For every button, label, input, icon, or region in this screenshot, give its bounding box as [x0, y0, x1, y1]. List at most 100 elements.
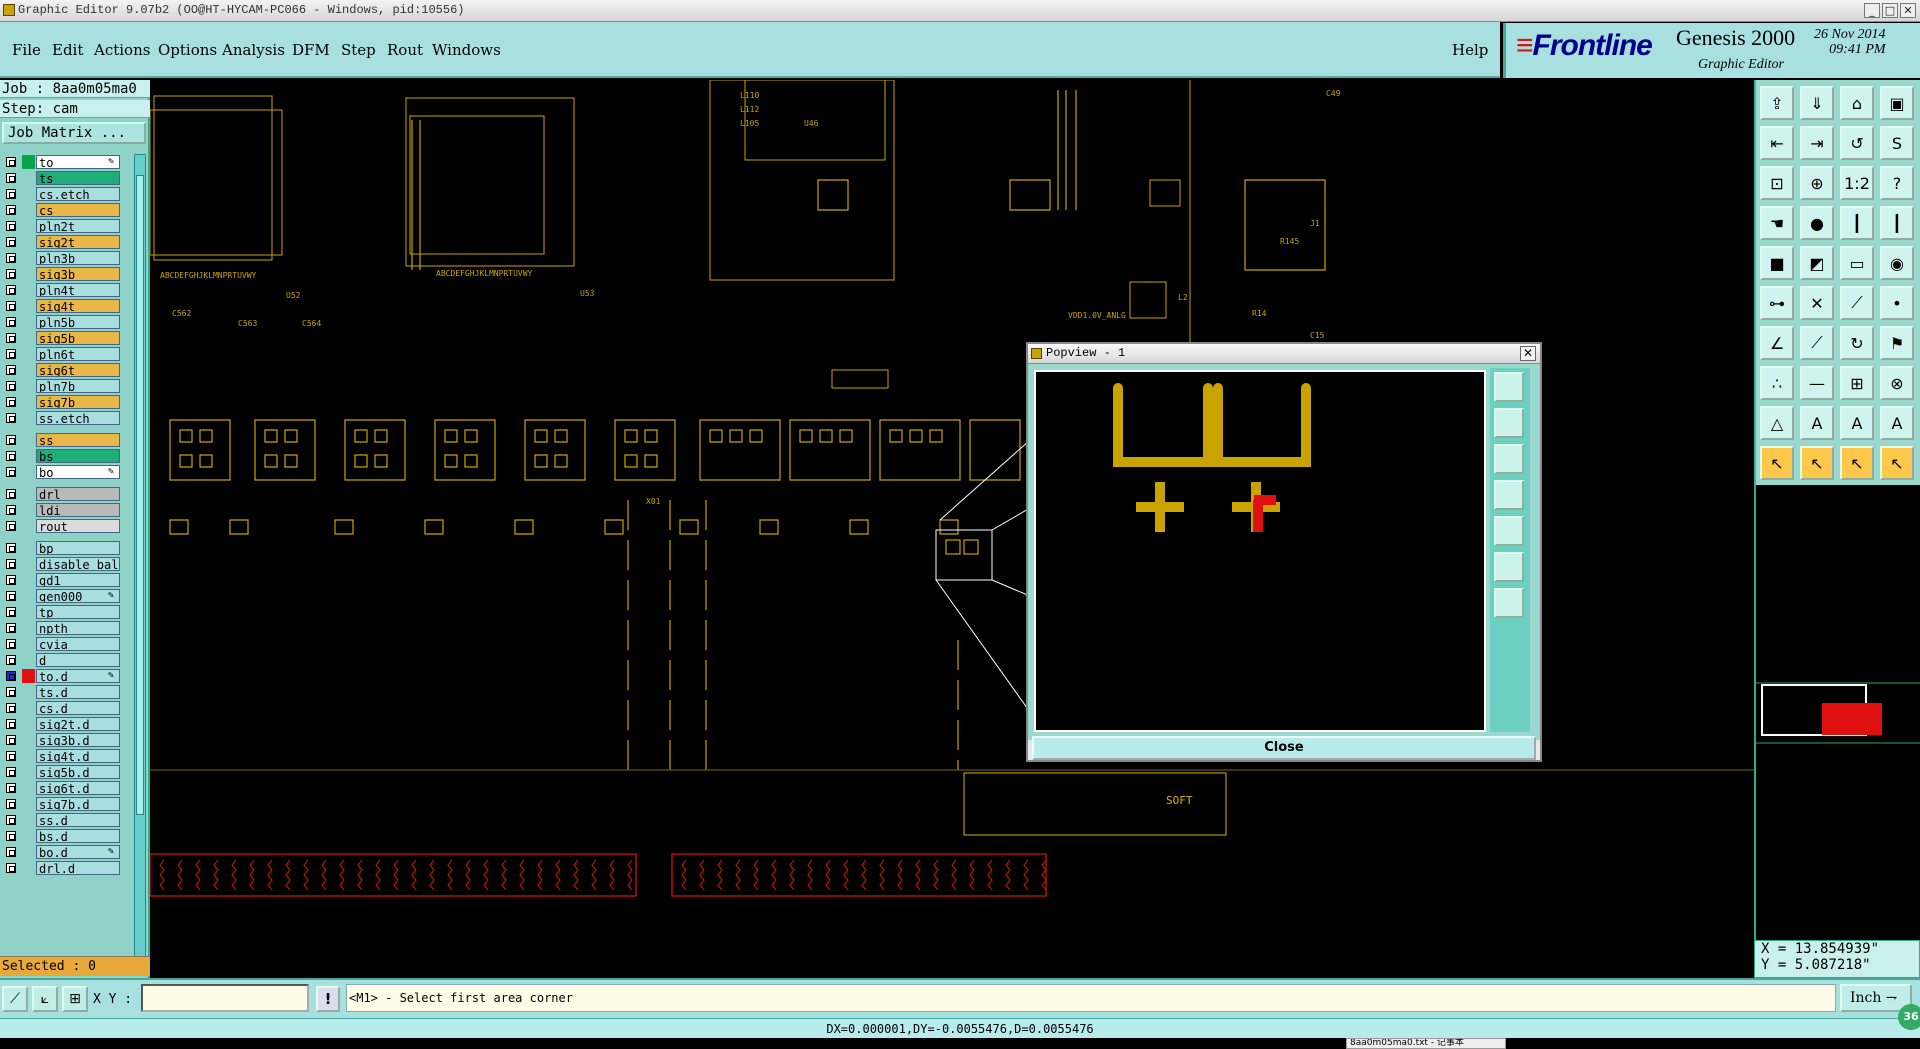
layer-color-swatch[interactable] — [22, 331, 35, 345]
layer-color-swatch[interactable] — [22, 433, 35, 447]
job-matrix-button[interactable]: Job Matrix ... — [2, 122, 146, 144]
layer-row[interactable]: sig4t — [2, 298, 120, 314]
layer-color-swatch[interactable] — [22, 749, 35, 763]
layer-checkbox[interactable] — [6, 381, 16, 391]
layer-row[interactable]: sig4t.d — [2, 748, 120, 764]
layer-checkbox[interactable] — [6, 521, 16, 531]
layer-row[interactable]: sig6t — [2, 362, 120, 378]
open-job-icon[interactable]: ⇪ — [1760, 86, 1794, 120]
popview-canvas[interactable] — [1034, 370, 1486, 732]
layer-row[interactable]: drl.d — [2, 860, 120, 876]
layer-checkbox[interactable] — [6, 543, 16, 553]
layer-checkbox[interactable] — [6, 831, 16, 841]
fill-icon[interactable]: ■ — [1760, 246, 1794, 280]
hand-icon[interactable]: ☚ — [1760, 206, 1794, 240]
layer-row[interactable]: pln7b — [2, 378, 120, 394]
layer-color-swatch[interactable] — [22, 315, 35, 329]
layer-color-swatch[interactable] — [22, 541, 35, 555]
one-to-two-icon[interactable]: 1:2 — [1840, 166, 1874, 200]
diag-line-icon[interactable]: ∠ — [1760, 326, 1794, 360]
select-green-icon[interactable]: ↖ — [1880, 446, 1914, 480]
layer-name[interactable]: sig6t.d — [36, 781, 120, 795]
layer-row[interactable]: to ✎ — [2, 154, 120, 170]
layer-name[interactable]: cs.etch — [36, 187, 120, 201]
layer-checkbox[interactable] — [6, 703, 16, 713]
layer-row[interactable]: sig2t.d — [2, 716, 120, 732]
layer-row[interactable]: pln5b — [2, 314, 120, 330]
layer-color-swatch[interactable] — [22, 219, 35, 233]
snap-icon[interactable]: ⟋ — [2, 986, 28, 1012]
menu-dfm[interactable]: DFM — [292, 41, 330, 59]
flag-icon[interactable]: ⚑ — [1880, 326, 1914, 360]
close-window-button[interactable]: ✕ — [1900, 3, 1916, 18]
layer-row[interactable]: bs.d — [2, 828, 120, 844]
layer-color-swatch[interactable] — [22, 621, 35, 635]
layer-color-swatch[interactable] — [22, 813, 35, 827]
popview-pan-right-icon[interactable] — [1494, 516, 1524, 546]
target-icon[interactable]: ◉ — [1880, 246, 1914, 280]
layer-row[interactable]: sig7b — [2, 394, 120, 410]
layer-checkbox[interactable] — [6, 799, 16, 809]
layer-name[interactable]: disable_bal — [36, 557, 120, 571]
triangle-red-icon[interactable]: △ — [1760, 406, 1794, 440]
layer-color-swatch[interactable] — [22, 573, 35, 587]
popview-close-button[interactable]: Close — [1032, 736, 1536, 760]
layer-checkbox[interactable] — [6, 365, 16, 375]
layer-row[interactable]: bo.d ✎ — [2, 844, 120, 860]
pointer-red-icon[interactable]: ● — [1800, 206, 1834, 240]
layer-name[interactable]: sig7b.d — [36, 797, 120, 811]
layer-color-swatch[interactable] — [22, 363, 35, 377]
layer-row[interactable]: pln6t — [2, 346, 120, 362]
layer-row[interactable]: bp — [2, 540, 120, 556]
menu-actions[interactable]: Actions — [94, 41, 150, 59]
layer-row[interactable]: cvia — [2, 636, 120, 652]
layer-name[interactable]: pln5b — [36, 315, 120, 329]
layer-row[interactable]: cs — [2, 202, 120, 218]
layer-color-swatch[interactable] — [22, 605, 35, 619]
layer-row[interactable]: pln2t — [2, 218, 120, 234]
layer-checkbox[interactable] — [6, 317, 16, 327]
menu-windows[interactable]: Windows — [432, 41, 501, 59]
layer-checkbox[interactable] — [6, 467, 16, 477]
overview-panel[interactable] — [1754, 485, 1920, 940]
layer-row[interactable]: cs.etch — [2, 186, 120, 202]
layer-color-swatch[interactable] — [22, 669, 35, 683]
popview-pan-left-icon[interactable] — [1494, 480, 1524, 510]
layer-color-swatch[interactable] — [22, 557, 35, 571]
layer-row[interactable]: sig3b — [2, 266, 120, 282]
layer-row[interactable]: ldi — [2, 502, 120, 518]
layer-name[interactable]: cvia — [36, 637, 120, 651]
popview-zoom-fit-icon[interactable] — [1494, 372, 1524, 402]
select-arrow-icon[interactable]: ↖ — [1760, 446, 1794, 480]
help-icon[interactable]: ? — [1880, 166, 1914, 200]
bars-red-icon[interactable]: ┃ — [1840, 206, 1874, 240]
maximize-button[interactable]: □ — [1882, 3, 1898, 18]
arc-icon[interactable]: ↻ — [1840, 326, 1874, 360]
reverse-icon[interactable]: ↺ — [1840, 126, 1874, 160]
layer-row[interactable]: ts — [2, 170, 120, 186]
layer-checkbox[interactable] — [6, 435, 16, 445]
layer-name[interactable]: cs.d — [36, 701, 120, 715]
layer-color-swatch[interactable] — [22, 637, 35, 651]
line-red-icon[interactable]: ⟋ — [1840, 286, 1874, 320]
layer-name[interactable]: bp — [36, 541, 120, 555]
layer-checkbox[interactable] — [6, 655, 16, 665]
layer-color-swatch[interactable] — [22, 733, 35, 747]
layer-checkbox[interactable] — [6, 847, 16, 857]
layer-row[interactable]: drl — [2, 486, 120, 502]
layer-name[interactable]: sig4t — [36, 299, 120, 313]
layer-row[interactable]: sig5b — [2, 330, 120, 346]
layer-name[interactable]: sig5b.d — [36, 765, 120, 779]
layer-row[interactable]: tp — [2, 604, 120, 620]
layer-checkbox[interactable] — [6, 735, 16, 745]
layer-row[interactable]: disable_bal — [2, 556, 120, 572]
layer-checkbox[interactable] — [6, 671, 16, 681]
layer-checkbox[interactable] — [6, 575, 16, 585]
layer-color-swatch[interactable] — [22, 503, 35, 517]
layer-checkbox[interactable] — [6, 237, 16, 247]
layer-checkbox[interactable] — [6, 173, 16, 183]
measure-icon[interactable]: ⟀ — [32, 986, 58, 1012]
layer-checkbox[interactable] — [6, 397, 16, 407]
diag-line-blue-icon[interactable]: ⟋ — [1800, 326, 1834, 360]
layer-color-swatch[interactable] — [22, 283, 35, 297]
